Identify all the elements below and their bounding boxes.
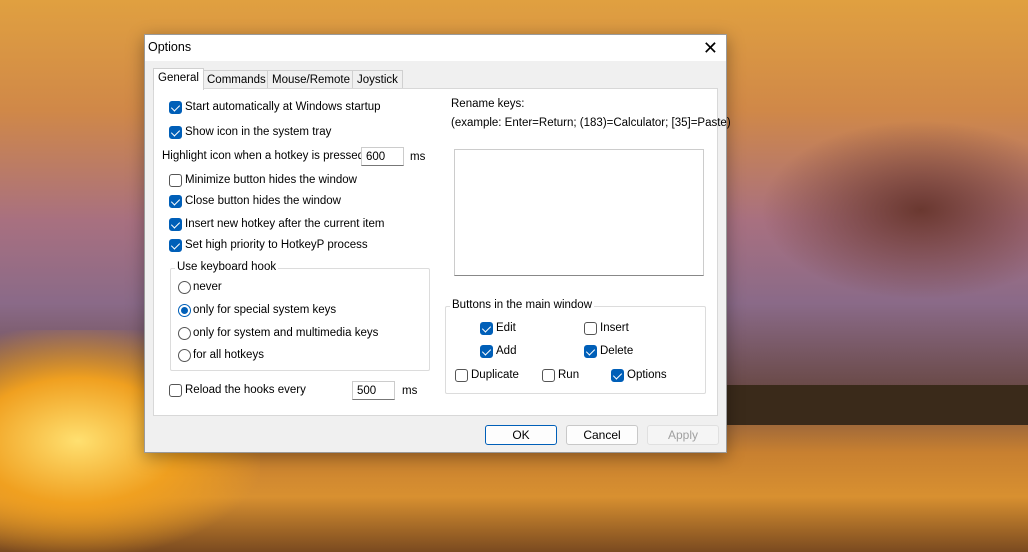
edit-label: Edit	[496, 322, 516, 334]
delete-checkbox[interactable]	[584, 345, 597, 358]
start-auto-checkbox[interactable]	[169, 101, 182, 114]
options-label: Options	[627, 369, 667, 381]
duplicate-label: Duplicate	[471, 369, 519, 381]
add-checkbox[interactable]	[480, 345, 493, 358]
start-auto-label: Start automatically at Windows startup	[185, 101, 381, 113]
title-bar[interactable]: Options ✕	[145, 35, 726, 61]
run-label: Run	[558, 369, 580, 381]
highlight-ms-input[interactable]	[361, 147, 404, 166]
insert-checkbox[interactable]	[584, 322, 597, 335]
close-icon[interactable]: ✕	[703, 38, 718, 59]
hook-multimedia-label: only for system and multimedia keys	[193, 327, 379, 339]
main-buttons-group: Buttons in the main window Edit Insert A…	[445, 299, 706, 394]
apply-button[interactable]: Apply	[647, 425, 719, 445]
tab-joystick[interactable]: Joystick	[352, 70, 403, 89]
rename-keys-example: (example: Enter=Return; (183)=Calculator…	[451, 117, 731, 129]
wallpaper-cloud	[760, 120, 1028, 300]
insert-label: Insert	[600, 322, 629, 334]
show-icon-checkbox[interactable]	[169, 126, 182, 139]
insert-after-checkbox[interactable]	[169, 218, 182, 231]
tab-mouse-remote[interactable]: Mouse/Remote	[267, 70, 355, 89]
reload-ms-input[interactable]	[352, 381, 395, 400]
edit-checkbox[interactable]	[480, 322, 493, 335]
hook-all-label: for all hotkeys	[193, 349, 264, 361]
run-checkbox[interactable]	[542, 369, 555, 382]
general-panel: Start automatically at Windows startup S…	[153, 88, 731, 416]
tab-commands[interactable]: Commands	[202, 70, 271, 89]
options-dialog: Options ✕ General Commands Mouse/Remote …	[144, 34, 731, 453]
rename-keys-textarea[interactable]	[454, 149, 704, 276]
high-priority-checkbox[interactable]	[169, 239, 182, 252]
delete-label: Delete	[600, 345, 634, 357]
hook-all-radio[interactable]	[178, 349, 191, 362]
ok-button[interactable]: OK	[485, 425, 557, 445]
add-label: Add	[496, 345, 517, 357]
hook-special-radio[interactable]	[178, 304, 191, 317]
reload-hooks-checkbox[interactable]	[169, 384, 182, 397]
close-hides-checkbox[interactable]	[169, 195, 182, 208]
high-priority-label: Set high priority to HotkeyP process	[185, 239, 368, 251]
hook-never-radio[interactable]	[178, 281, 191, 294]
tab-general[interactable]: General	[153, 68, 204, 90]
reload-hooks-label: Reload the hooks every	[185, 384, 306, 396]
close-hides-label: Close button hides the window	[185, 195, 341, 207]
keyboard-hook-label: Use keyboard hook	[175, 261, 279, 273]
keyboard-hook-group: Use keyboard hook never only for special…	[170, 261, 430, 371]
reload-unit: ms	[402, 385, 418, 397]
insert-after-label: Insert new hotkey after the current item	[185, 218, 385, 230]
window-title: Options	[148, 40, 192, 54]
main-buttons-label: Buttons in the main window	[450, 299, 594, 311]
hook-multimedia-radio[interactable]	[178, 327, 191, 340]
minimize-hides-checkbox[interactable]	[169, 174, 182, 187]
hook-special-label: only for special system keys	[193, 304, 337, 316]
show-icon-label: Show icon in the system tray	[185, 126, 332, 138]
minimize-hides-label: Minimize button hides the window	[185, 174, 357, 186]
duplicate-checkbox[interactable]	[455, 369, 468, 382]
options-checkbox[interactable]	[611, 369, 624, 382]
cancel-button[interactable]: Cancel	[566, 425, 638, 445]
rename-keys-label: Rename keys:	[451, 98, 525, 110]
wallpaper-shore	[726, 385, 1028, 425]
hook-never-label: never	[193, 281, 222, 293]
highlight-unit: ms	[410, 151, 426, 163]
highlight-label: Highlight icon when a hotkey is pressed:	[162, 150, 368, 162]
